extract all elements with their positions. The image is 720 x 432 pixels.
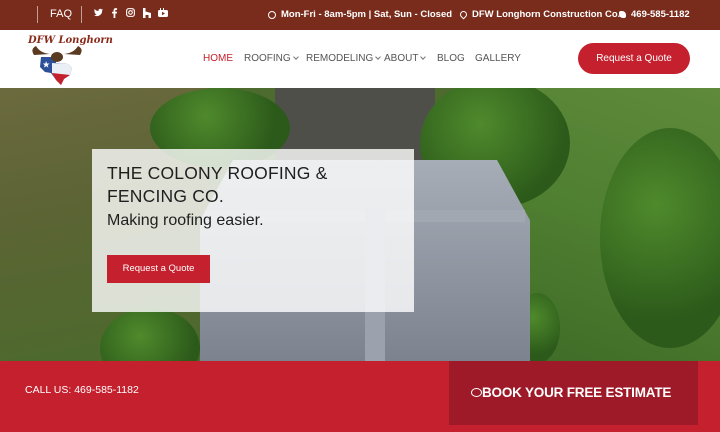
contact-bar-strip bbox=[0, 425, 720, 432]
location-pin-icon bbox=[458, 9, 469, 20]
phone-text[interactable]: 469-585-1182 bbox=[631, 9, 690, 20]
nav-remodeling-label: REMODELING bbox=[306, 53, 374, 64]
book-estimate-button[interactable]: BOOK YOUR FREE ESTIMATE bbox=[449, 361, 698, 425]
divider bbox=[37, 6, 38, 23]
nav-gallery-label: GALLERY bbox=[475, 53, 521, 64]
contact-bar-edge bbox=[698, 361, 720, 425]
nav-home[interactable]: HOME bbox=[203, 53, 233, 64]
nav-about[interactable]: ABOUT bbox=[384, 53, 427, 64]
phone-icon bbox=[619, 11, 626, 18]
hours-text: Mon-Fri - 8am-5pm | Sat, Sun - Closed bbox=[281, 9, 453, 20]
faq-link[interactable]: FAQ bbox=[50, 8, 72, 20]
top-bar: FAQ Mon-Fri - 8am-5pm | Sat, Sun - Close… bbox=[0, 0, 720, 30]
nav-remodeling[interactable]: REMODELING bbox=[306, 53, 382, 64]
nav-roofing[interactable]: ROOFING bbox=[244, 53, 299, 64]
main-navbar: DFW Longhorn HOME ROOFING REMODELING ABO… bbox=[0, 30, 720, 88]
houzz-icon[interactable] bbox=[142, 8, 151, 19]
site-logo[interactable]: DFW Longhorn bbox=[28, 33, 113, 85]
hero-request-quote-button[interactable]: Request a Quote bbox=[107, 255, 210, 283]
nav-gallery[interactable]: GALLERY bbox=[475, 53, 521, 64]
nav-about-label: ABOUT bbox=[384, 53, 419, 64]
hero-section: THE COLONY ROOFING & FENCING CO. Making … bbox=[0, 88, 720, 361]
company-info: DFW Longhorn Construction Co. bbox=[458, 9, 621, 20]
contact-bar: CALL US: 469-585-1182 BOOK YOUR FREE EST… bbox=[0, 361, 720, 432]
request-quote-button[interactable]: Request a Quote bbox=[578, 43, 690, 74]
hero-subtitle: Making roofing easier. bbox=[107, 212, 264, 229]
hours-info: Mon-Fri - 8am-5pm | Sat, Sun - Closed bbox=[268, 9, 452, 20]
phone-info[interactable]: 469-585-1182 bbox=[619, 9, 690, 20]
twitter-icon[interactable] bbox=[94, 8, 103, 19]
nav-blog[interactable]: BLOG bbox=[437, 53, 465, 64]
divider bbox=[81, 6, 82, 23]
nav-roofing-label: ROOFING bbox=[244, 53, 291, 64]
nav-home-label: HOME bbox=[203, 53, 233, 64]
hero-title: THE COLONY ROOFING & FENCING CO. bbox=[107, 163, 328, 206]
instagram-icon[interactable] bbox=[126, 8, 135, 19]
clock-icon bbox=[268, 10, 276, 19]
company-text: DFW Longhorn Construction Co. bbox=[472, 9, 621, 20]
chat-bubble-icon bbox=[471, 388, 482, 397]
chevron-down-icon bbox=[292, 54, 299, 60]
chevron-down-icon bbox=[420, 54, 427, 60]
book-estimate-label: BOOK YOUR FREE ESTIMATE bbox=[482, 385, 672, 400]
facebook-icon[interactable] bbox=[110, 8, 119, 19]
call-us-link[interactable]: CALL US: 469-585-1182 bbox=[25, 384, 139, 396]
chevron-down-icon bbox=[375, 54, 382, 60]
youtube-icon[interactable] bbox=[158, 8, 168, 19]
nav-blog-label: BLOG bbox=[437, 53, 465, 64]
social-links bbox=[94, 8, 168, 19]
longhorn-icon bbox=[32, 46, 82, 85]
hero-card: THE COLONY ROOFING & FENCING CO. Making … bbox=[92, 149, 414, 312]
